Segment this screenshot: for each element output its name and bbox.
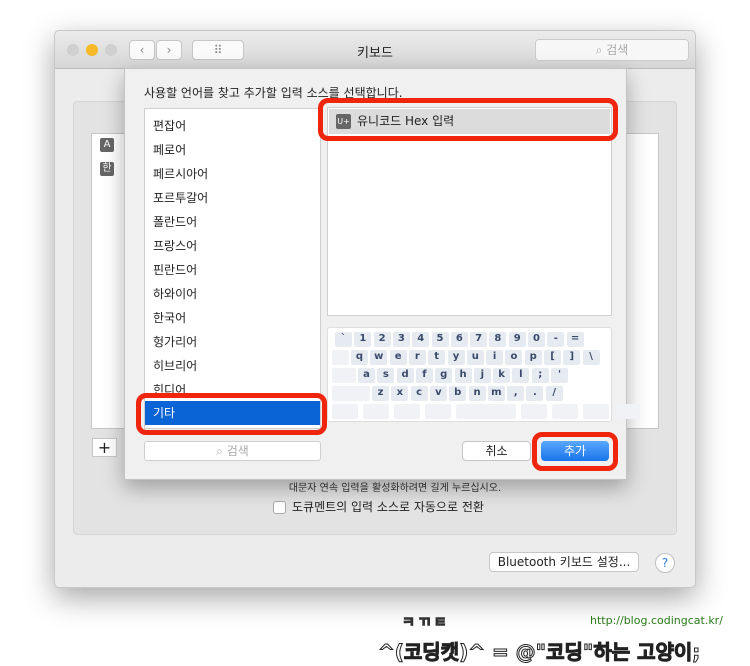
key: m — [487, 386, 505, 401]
key: i — [486, 350, 504, 365]
bluetooth-keyboard-button[interactable]: Bluetooth 키보드 설정... — [489, 552, 639, 572]
key: 3 — [392, 332, 410, 347]
key: a — [358, 368, 375, 383]
language-item[interactable]: 힌디어 — [145, 378, 320, 397]
watermark-logo: ㅋㄲㅌ — [402, 615, 450, 632]
language-item[interactable]: 편잡어 — [145, 114, 320, 138]
highlight-box-input-source — [318, 98, 618, 141]
search-placeholder: 검색 — [606, 43, 629, 57]
search-icon: ⌕ — [216, 444, 227, 458]
blank-key — [394, 404, 420, 419]
key: o — [505, 350, 523, 365]
key: j — [473, 368, 491, 383]
key: 8 — [489, 332, 507, 347]
key: - — [547, 332, 565, 347]
caps-lock-hint: 대문자 연속 입력을 활성화하려면 길게 누르십시오. — [288, 483, 502, 494]
language-item[interactable]: 한국어 — [145, 306, 320, 330]
blank-key — [363, 404, 389, 419]
language-item[interactable]: 핀란드어 — [145, 258, 320, 282]
key: 6 — [450, 332, 468, 347]
key: 9 — [508, 332, 526, 347]
key: h — [454, 368, 472, 383]
blank-key — [332, 350, 349, 365]
key: u — [466, 350, 484, 365]
key: d — [396, 368, 414, 383]
language-item[interactable]: 포르투갈어 — [145, 186, 320, 210]
blank-key — [332, 386, 370, 401]
key: ; — [531, 368, 549, 383]
blank-key — [614, 404, 640, 419]
watermark-url: http://blog.codingcat.kr/ — [590, 614, 723, 627]
blank-key — [425, 404, 451, 419]
key: g — [435, 368, 453, 383]
key: r — [408, 350, 426, 365]
key: 5 — [431, 332, 449, 347]
watermark-slogan: ^(코딩캣)^ = @"코딩"하는 고양이; — [377, 640, 701, 665]
help-button[interactable]: ? — [655, 553, 675, 573]
key: 2 — [373, 332, 391, 347]
highlight-box-add — [532, 432, 618, 471]
blank-key — [521, 404, 547, 419]
cancel-button[interactable]: 취소 — [462, 441, 531, 461]
language-item[interactable]: 페로어 — [145, 138, 320, 162]
key: p — [524, 350, 542, 365]
checkbox[interactable] — [273, 501, 286, 514]
language-item[interactable]: 페르시아어 — [145, 162, 320, 186]
key: ] — [563, 350, 581, 365]
key: , — [507, 386, 525, 401]
key: ` — [335, 332, 352, 347]
key: w — [370, 350, 388, 365]
key: k — [493, 368, 511, 383]
key: b — [449, 386, 467, 401]
key: x — [391, 386, 409, 401]
language-list[interactable]: 편잡어 페로어 페르시아어 포르투갈어 폴란드어 프랑스어 핀란드어 하와이어 한국어 헝가리어 히… — [144, 108, 321, 429]
language-item[interactable]: 폴란드어 — [145, 210, 320, 234]
korean-icon: 한 — [100, 162, 114, 176]
key: ' — [551, 368, 568, 383]
language-item[interactable]: 헝가리어 — [145, 330, 320, 354]
key: s — [377, 368, 395, 383]
key: t — [428, 350, 446, 365]
key: q — [351, 350, 368, 365]
auto-switch-checkbox[interactable]: 도큐멘트의 입력 소스로 자동으로 전환 — [273, 498, 484, 515]
key: c — [410, 386, 428, 401]
key: \ — [582, 350, 600, 365]
title-bar: ‹ › ⠿ 키보드 ⌕ 검색 — [55, 31, 695, 69]
language-item[interactable]: 하와이어 — [145, 282, 320, 306]
blank-key — [583, 404, 609, 419]
key: f — [415, 368, 433, 383]
blank-key — [552, 404, 578, 419]
key: 7 — [470, 332, 488, 347]
language-search-field[interactable]: ⌕ 검색 — [144, 441, 321, 461]
key: [ — [544, 350, 561, 365]
key: / — [545, 386, 563, 401]
key: n — [468, 386, 486, 401]
language-item[interactable]: 프랑스어 — [145, 234, 320, 258]
keyboard-preview: ` 1 2 3 4 5 6 7 8 9 0- = q w e r t y u i o p[] \ a s d f g h j k l; ' z x c… — [327, 327, 640, 422]
english-icon: A — [100, 138, 114, 152]
key: l — [512, 368, 530, 383]
search-placeholder: 검색 — [226, 444, 249, 458]
search-field[interactable]: ⌕ 검색 — [535, 39, 689, 61]
auto-switch-label: 도큐멘트의 입력 소스로 자동으로 전환 — [292, 500, 484, 514]
key: 1 — [354, 332, 372, 347]
add-source-button[interactable]: + — [92, 438, 117, 457]
search-icon: ⌕ — [595, 43, 607, 57]
language-item[interactable]: 히브리어 — [145, 354, 320, 378]
highlight-box-other — [136, 393, 327, 435]
key: 4 — [412, 332, 430, 347]
key: z — [372, 386, 389, 401]
blank-key — [456, 404, 516, 419]
key: = — [566, 332, 584, 347]
key: e — [389, 350, 407, 365]
key: y — [447, 350, 465, 365]
key: v — [429, 386, 447, 401]
key: 0 — [528, 332, 545, 347]
blank-key — [332, 404, 358, 419]
key: . — [526, 386, 544, 401]
blank-key — [332, 368, 356, 383]
